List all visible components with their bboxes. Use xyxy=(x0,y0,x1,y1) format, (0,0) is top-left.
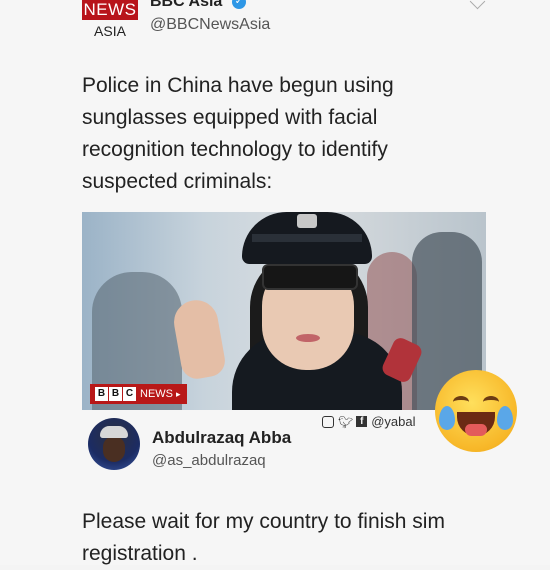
smart-sunglasses xyxy=(262,264,358,290)
watermark-handle: @yabal xyxy=(371,414,416,429)
play-arrow-icon: ▸ xyxy=(176,388,181,399)
reply-text: Please wait for my country to finish sim… xyxy=(82,510,445,565)
tweet-card: NEWS ASIA BBC Asia ✓ @BBCNewsAsia Police… xyxy=(0,0,550,565)
chevron-down-icon[interactable] xyxy=(469,0,486,10)
bbc-letter: B xyxy=(95,387,108,401)
avatar-cap xyxy=(100,426,128,438)
reply-account-handle[interactable]: @as_abdulrazaq xyxy=(152,452,266,469)
reply-account-name[interactable]: Abdulrazaq Abba xyxy=(152,428,291,448)
instagram-icon xyxy=(322,415,334,428)
bbc-news-asia-logo[interactable]: NEWS ASIA xyxy=(82,0,138,40)
logo-news-text: NEWS xyxy=(82,0,138,20)
account-handle[interactable]: @BBCNewsAsia xyxy=(150,16,270,34)
account-name[interactable]: BBC Asia xyxy=(150,0,222,11)
emoji-tear xyxy=(497,406,513,430)
laughing-crying-emoji-icon xyxy=(435,370,517,452)
verified-check-icon: ✓ xyxy=(232,0,246,9)
bbc-letter: B xyxy=(109,387,122,401)
emoji-tear xyxy=(439,406,455,430)
emoji-eye xyxy=(483,396,499,408)
cap-band xyxy=(252,234,362,242)
cap-badge xyxy=(297,214,317,228)
avatar[interactable] xyxy=(88,418,140,470)
tweet-photo[interactable]: B B C NEWS ▸ xyxy=(82,212,486,410)
tweet-text: Police in China have begun using sunglas… xyxy=(82,74,394,193)
bbc-letter: C xyxy=(123,387,136,401)
facebook-icon: f xyxy=(356,416,368,427)
social-watermark: 🐦︎ f @yabal xyxy=(322,414,416,429)
emoji-eye xyxy=(453,396,469,408)
emoji-tongue xyxy=(465,424,487,436)
twitter-icon: 🐦︎ xyxy=(338,414,354,429)
bbc-news-label: NEWS xyxy=(140,388,173,400)
logo-asia-text: ASIA xyxy=(94,23,126,39)
avatar-face xyxy=(103,436,125,462)
bbc-news-watermark: B B C NEWS ▸ xyxy=(90,384,187,404)
officer-lips xyxy=(296,334,320,342)
